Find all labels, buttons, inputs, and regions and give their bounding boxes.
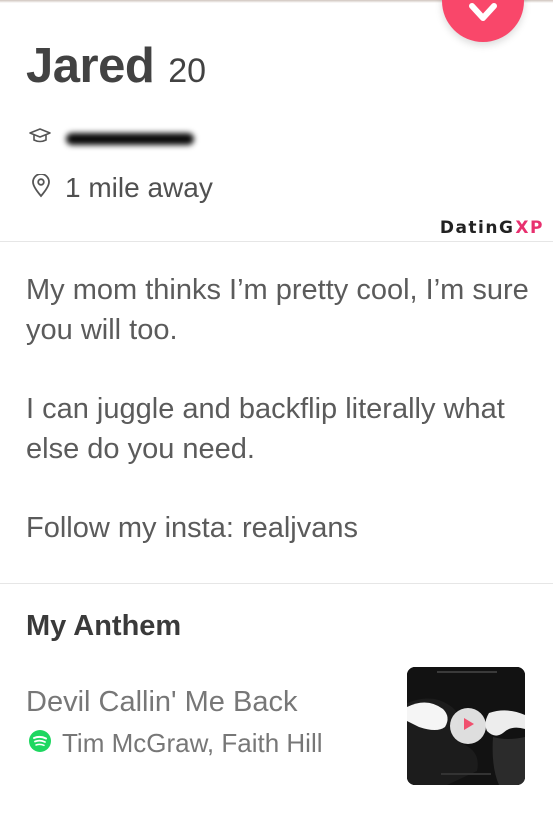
artist-row: Tim McGraw, Faith Hill [28, 728, 323, 759]
distance-row: 1 mile away [31, 172, 213, 204]
chevron-down-icon [468, 3, 498, 42]
redacted-school [66, 132, 194, 145]
datingxp-watermark: DatinGXP [440, 218, 544, 238]
distance-label: 1 mile away [65, 172, 213, 203]
location-pin-icon [31, 172, 51, 203]
divider [0, 241, 553, 242]
spotify-icon [28, 729, 52, 758]
profile-name: Jared [26, 39, 155, 93]
anthem-section-title: My Anthem [26, 610, 182, 642]
name-row: Jared 20 [26, 38, 206, 94]
dislike-button[interactable] [442, 0, 524, 42]
bio-paragraph: I can juggle and backflip literally what… [26, 393, 505, 465]
album-art[interactable] [407, 667, 525, 785]
artist-names: Tim McGraw, Faith Hill [62, 728, 323, 758]
bio-paragraph: Follow my insta: realjvans [26, 512, 358, 544]
watermark-main: DatinG [439, 218, 515, 238]
graduation-cap-icon [28, 126, 52, 151]
bio-paragraph: My mom thinks I’m pretty cool, I’m sure … [26, 274, 529, 346]
divider [0, 583, 553, 584]
song-title: Devil Callin' Me Back [26, 686, 298, 718]
play-icon [460, 716, 476, 737]
bio-section: My mom thinks I’m pretty cool, I’m sure … [26, 270, 531, 587]
school-row [28, 126, 194, 151]
play-button[interactable] [450, 708, 486, 744]
profile-age: 20 [168, 52, 207, 90]
watermark-accent: XP [515, 218, 544, 238]
